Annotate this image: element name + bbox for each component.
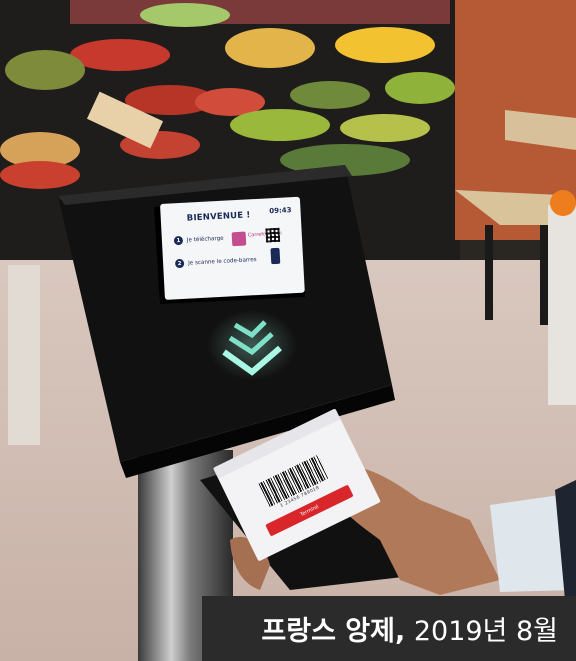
- app-icon: [231, 231, 247, 247]
- kiosk-step-1: 1 Je télécharge: [173, 234, 224, 246]
- step-2-label: Je scanne le code-barres: [187, 256, 257, 267]
- kiosk-time: 09:43: [269, 206, 292, 216]
- chevron-down-icon: [207, 310, 297, 380]
- kiosk-screen: BIENVENUE ! 09:43 1 Je télécharge Carref…: [160, 196, 305, 300]
- photo-caption: 프랑스 앙제, 2019년 8월: [261, 609, 558, 648]
- caption-box: 프랑스 앙제, 2019년 8월: [202, 596, 576, 661]
- photo-scene: [0, 0, 576, 661]
- store-photo: BIENVENUE ! 09:43 1 Je télécharge Carref…: [0, 0, 576, 661]
- kiosk-step-2: 2 Je scanne le code-barres: [174, 255, 257, 269]
- left-basket: [8, 265, 40, 445]
- caption-location: 프랑스 앙제,: [261, 616, 406, 647]
- caption-date: 2019년 8월: [405, 616, 558, 647]
- kiosk-title: BIENVENUE !: [186, 210, 251, 224]
- step-1-number: 1: [173, 235, 184, 246]
- phone-scan-icon: [270, 247, 281, 265]
- qr-code-icon: [265, 227, 281, 243]
- step-1-label: Je télécharge: [186, 235, 224, 244]
- step-2-number: 2: [174, 258, 185, 269]
